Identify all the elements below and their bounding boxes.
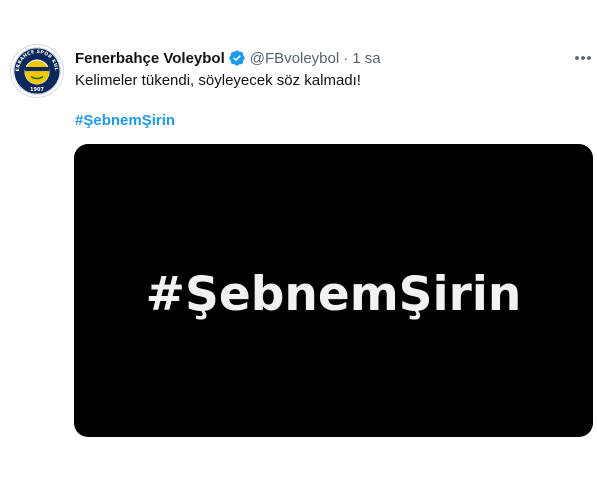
- verified-badge-icon[interactable]: [228, 49, 246, 67]
- tweet[interactable]: FENERBAHÇE SPOR KULÜBÜ 1907 Fenerbahçe V…: [0, 0, 597, 486]
- more-options-button[interactable]: [569, 48, 597, 68]
- media-hashtag-text: #ŞebnemŞirin: [145, 267, 522, 322]
- tweet-media-image[interactable]: #ŞebnemŞirin: [74, 144, 593, 437]
- avatar[interactable]: FENERBAHÇE SPOR KULÜBÜ 1907: [10, 44, 64, 98]
- tweet-header: Fenerbahçe Voleybol @FBvoleybol · 1 sa: [75, 48, 381, 68]
- header-separator: ·: [343, 49, 349, 67]
- svg-text:1907: 1907: [30, 87, 44, 93]
- hashtag-link[interactable]: #ŞebnemŞirin: [75, 111, 175, 131]
- fenerbahce-crest-icon: FENERBAHÇE SPOR KULÜBÜ 1907: [10, 44, 64, 98]
- author-handle[interactable]: @FBvoleybol: [250, 50, 339, 67]
- author-display-name[interactable]: Fenerbahçe Voleybol: [75, 50, 225, 67]
- more-horizontal-icon: [575, 56, 591, 60]
- tweet-timestamp[interactable]: 1 sa: [352, 50, 380, 67]
- tweet-text: Kelimeler tükendi, söyleyecek söz kalmad…: [75, 72, 361, 89]
